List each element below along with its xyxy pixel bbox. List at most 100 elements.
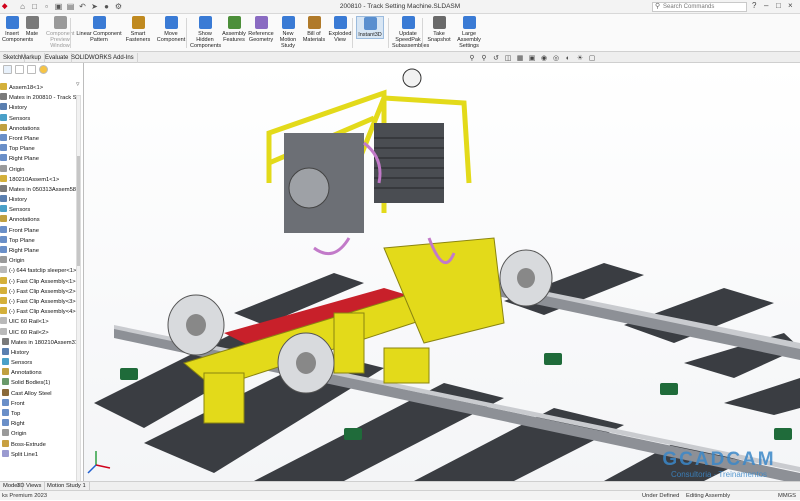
section-view-icon[interactable]: ◫	[504, 55, 512, 63]
zoom-to-fit-icon[interactable]: ⚲	[468, 55, 476, 63]
ribbon-button-reference-geometry[interactable]: Reference Geometry	[248, 16, 274, 43]
view-orientation-icon[interactable]: ▣	[528, 55, 536, 63]
ribbon-button-instant3d[interactable]: Instant3D	[356, 16, 384, 39]
previous-view-icon[interactable]: ↺	[492, 55, 500, 63]
feature-tree-item[interactable]: Sensors	[0, 113, 78, 124]
apply-scene-icon[interactable]: ☀	[576, 55, 584, 63]
exploded-view-icon	[333, 16, 347, 29]
close-icon[interactable]: ×	[788, 1, 793, 10]
ribbon-button-new-motion-study[interactable]: New Motion Study	[276, 16, 300, 49]
zoom-area-icon[interactable]: ⚲	[480, 55, 488, 63]
feature-tree-item[interactable]: (-) Fast Clip Assembly<1>	[0, 276, 78, 287]
minimize-icon[interactable]: –	[764, 1, 768, 10]
annotations-icon	[0, 215, 7, 223]
configuration-manager-tab-icon[interactable]	[27, 65, 36, 74]
feature-tree-label: 180210Assem1<1>	[9, 176, 60, 183]
feature-tree-item[interactable]: 180210Assem1<1>	[0, 174, 78, 185]
ribbon-button-mate[interactable]: Mate	[24, 16, 40, 37]
ribbon-button-assembly-features[interactable]: Assembly Features	[222, 16, 246, 43]
feature-tree-item[interactable]: Annotations	[0, 368, 78, 378]
feature-tree-item[interactable]: Annotations	[0, 123, 78, 134]
feature-tree-item[interactable]: Annotations	[0, 215, 78, 225]
feature-tree-item[interactable]: Split Line1	[0, 449, 78, 460]
ribbon-button-smart-fasteners[interactable]: Smart Fasteners	[124, 16, 152, 43]
feature-tree-item[interactable]: History	[0, 103, 78, 113]
feature-tree-item[interactable]: Mates in 180210Assem31	[0, 337, 78, 348]
ribbon-button-label: Linear Component Pattern	[76, 31, 122, 43]
ribbon-button-move-component[interactable]: Move Component	[156, 16, 186, 43]
feature-tree-item[interactable]: (-) Fast Clip Assembly<2>	[0, 286, 78, 297]
view-settings-icon[interactable]: ▢	[588, 55, 596, 63]
feature-tree-item[interactable]: Mates in 200810 - Track Setting Ma	[0, 93, 78, 103]
feature-tree-label: Right Plane	[9, 156, 39, 163]
scrollbar-thumb[interactable]	[77, 156, 80, 266]
feature-tree-label: Sensors	[9, 115, 31, 122]
split-line-icon	[2, 449, 9, 457]
smart-fasteners-icon	[131, 16, 145, 29]
feature-tree-item[interactable]: Front	[0, 398, 78, 409]
instant3d-icon	[363, 17, 377, 30]
feature-tree-item[interactable]: Top Plane	[0, 144, 78, 154]
show-hidden-icon	[198, 16, 212, 29]
ribbon-button-label: Large Assembly Settings	[457, 31, 481, 49]
feature-tree-item[interactable]: Top Plane	[0, 235, 78, 246]
help-icon[interactable]: ?	[752, 1, 756, 10]
feature-tree-item[interactable]: UIC 60 Rail<1>	[0, 317, 78, 327]
tab-markup[interactable]: Markup	[18, 53, 46, 63]
feature-tree-item[interactable]: Right	[0, 419, 78, 429]
feature-tree-item[interactable]: Assem18<1>	[0, 83, 78, 93]
reference-geometry-icon	[254, 16, 268, 29]
speedpak-icon	[401, 16, 415, 29]
feature-manager-tab-icon[interactable]	[3, 65, 12, 74]
linear-pattern-icon	[92, 16, 106, 29]
feature-tree-item[interactable]: Right Plane	[0, 154, 78, 164]
watermark-tagline: Consultoria · Treinamentos	[670, 470, 768, 479]
ribbon-button-linear-component-pattern[interactable]: Linear Component Pattern	[76, 16, 122, 43]
display-style-icon[interactable]: ◉	[540, 55, 548, 63]
ribbon-button-update-speedpak-subassemblies[interactable]: Update SpeedPak Subassemblies	[392, 16, 429, 49]
plane-icon	[0, 235, 7, 243]
maximize-icon[interactable]: □	[776, 1, 781, 10]
feature-tree-item[interactable]: Origin	[0, 429, 78, 439]
assembly-icon	[0, 296, 7, 304]
ribbon-button-take-snapshot[interactable]: Take Snapshot	[426, 16, 452, 43]
feature-tree-item[interactable]: History	[0, 195, 78, 205]
feature-tree-item[interactable]: Sensors	[0, 358, 78, 368]
edit-appearance-icon[interactable]: ◐	[564, 55, 572, 63]
ribbon-separator	[388, 18, 389, 48]
feature-tree-item[interactable]: History	[0, 347, 78, 358]
feature-tree-item[interactable]: Origin	[0, 164, 78, 175]
feature-tree-item[interactable]: (-) 644 fastclip sleeper<1>	[0, 266, 78, 276]
feature-tree-item[interactable]: Sensors	[0, 205, 78, 215]
feature-tree-item[interactable]: UIC 60 Rail<2>	[0, 327, 78, 338]
feature-tree-item[interactable]: Mates in 050313Assem58	[0, 184, 78, 195]
feature-tree-item[interactable]: Top	[0, 409, 78, 419]
dynamic-annotation-icon[interactable]: ▦	[516, 55, 524, 63]
feature-tree-item[interactable]: Origin	[0, 256, 78, 266]
feature-tree-label: Origin	[9, 166, 25, 173]
plane-icon	[0, 144, 7, 152]
feature-tree-item[interactable]: (-) Fast Clip Assembly<4>	[0, 307, 78, 317]
ribbon-button-large-assembly-settings[interactable]: Large Assembly Settings	[454, 16, 484, 49]
ribbon-button-exploded-view[interactable]: Exploded View	[328, 16, 352, 43]
property-manager-tab-icon[interactable]	[15, 65, 24, 74]
pressure-gauge-icon	[402, 68, 422, 88]
feature-tree-item[interactable]: Solid Bodies(1)	[0, 378, 78, 388]
feature-tree-item[interactable]: Front Plane	[0, 225, 78, 236]
display-manager-tab-icon[interactable]	[39, 65, 48, 74]
ribbon-button-label: Show Hidden Components	[190, 31, 222, 49]
feature-tree-item[interactable]: (-) Fast Clip Assembly<3>	[0, 296, 78, 307]
ribbon-button-show-hidden-components[interactable]: Show Hidden Components	[190, 16, 222, 49]
feature-tree-item[interactable]: Boss-Extrude	[0, 439, 78, 450]
feature-tree-item[interactable]: Front Plane	[0, 133, 78, 144]
track-setting-machine-model[interactable]	[84, 63, 800, 481]
search-commands-input[interactable]: ⚲ Search Commands	[652, 2, 747, 12]
feature-tree-item[interactable]: Cast Alloy Steel	[0, 388, 78, 399]
feature-tree-label: Top Plane	[9, 237, 35, 244]
ribbon-button-bill-of-materials[interactable]: Bill of Materials	[302, 16, 326, 43]
feature-tree-scrollbar[interactable]	[76, 95, 81, 481]
hide-show-items-icon[interactable]: ◎	[552, 55, 560, 63]
ribbon-button-insert-components[interactable]: Insert Components	[2, 16, 33, 43]
feature-tree-item[interactable]: Right Plane	[0, 246, 78, 256]
graphics-area[interactable]	[84, 63, 800, 481]
